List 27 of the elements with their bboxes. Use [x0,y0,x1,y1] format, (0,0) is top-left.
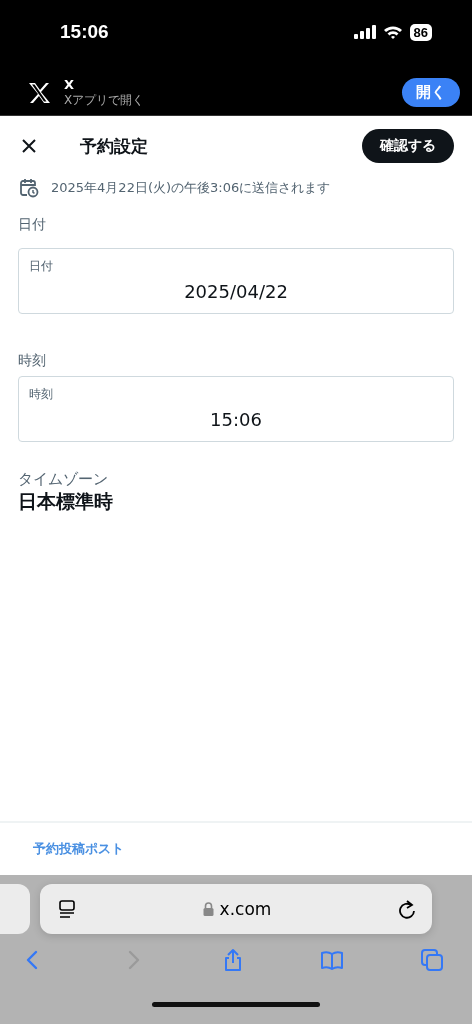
schedule-notice: 2025年4月22日(火)の午後3:06に送信されます [51,179,331,197]
timezone-label: タイムゾーン [18,470,109,489]
lock-icon [202,902,214,916]
app-subtitle: Xアプリで開く [64,91,146,109]
book-icon[interactable] [320,948,345,972]
open-button[interactable]: 開く [402,78,460,107]
signal-icon [353,25,376,39]
reload-icon[interactable] [398,899,416,919]
timezone-value: 日本標準時 [18,489,114,514]
reader-icon[interactable] [58,900,76,918]
battery-level: 86 [409,23,432,41]
page-title: 予約設定 [80,134,149,158]
input-field[interactable]: 日付 2025/04/22 [18,248,454,314]
section-heading: 時刻 [18,352,47,370]
confirm-button[interactable]: 確認する [362,129,454,163]
wifi-icon [382,25,403,39]
calendar-clock-icon [19,178,39,198]
tabs-icon[interactable] [420,948,444,972]
address-bar[interactable]: x.com [40,884,432,934]
section-heading: 日付 [18,216,47,234]
input-field[interactable]: 時刻 15:06 [18,376,454,442]
x-logo-icon [28,82,50,103]
url-text: x.com [219,899,272,919]
previous-tab-card[interactable] [0,884,30,934]
status-time: 15:06 [60,21,109,43]
app-name: X [64,76,76,92]
close-icon[interactable] [21,138,37,154]
